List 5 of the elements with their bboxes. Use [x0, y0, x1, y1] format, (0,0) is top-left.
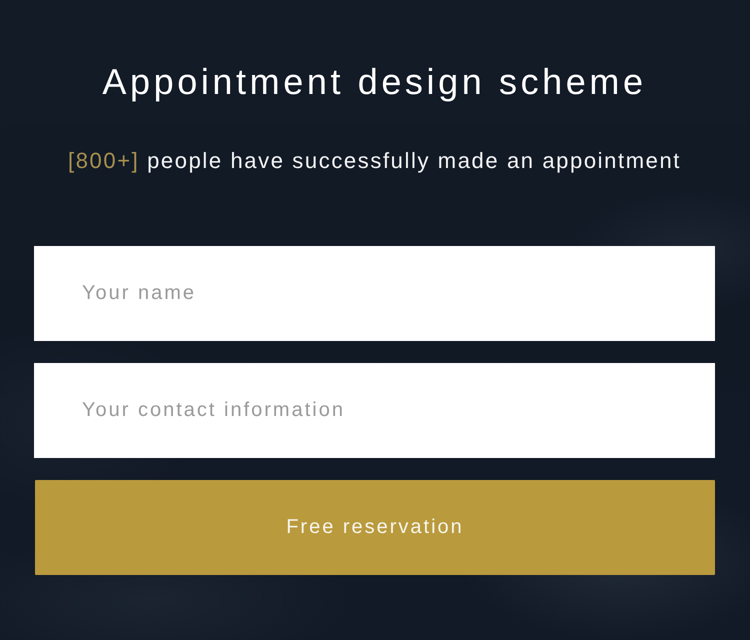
input-field[interactable]: Your name — [34, 246, 715, 341]
subtitle-text: [800+] people have successfully made an appointment — [68, 147, 682, 175]
reservation-button[interactable]: Free reservation — [35, 480, 715, 575]
input-field[interactable]: Your contact information — [34, 363, 715, 458]
page-title: Appointment design scheme — [102, 60, 647, 104]
